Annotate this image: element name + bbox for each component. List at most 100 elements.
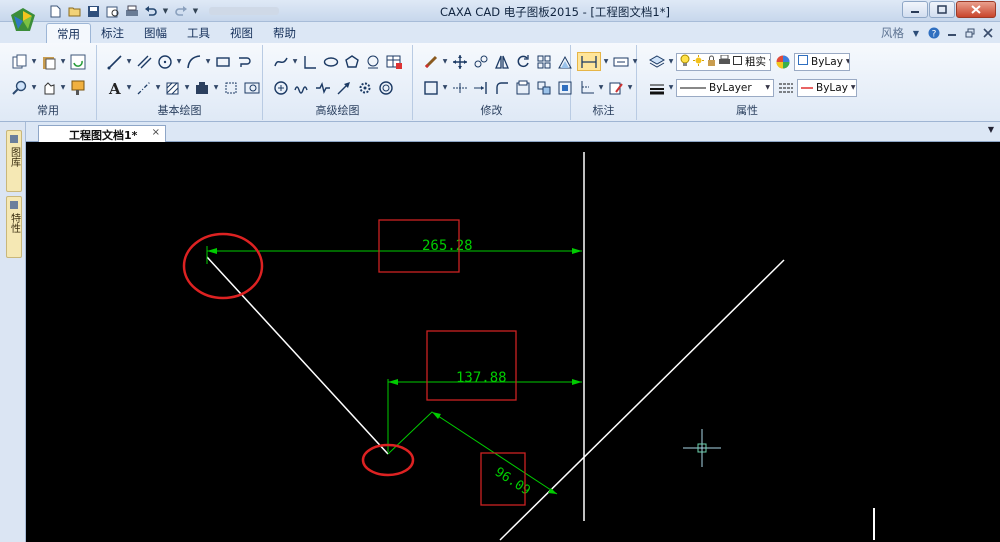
centerline-dropdown-icon[interactable]: ▼ bbox=[155, 84, 161, 91]
dim-265-lines[interactable] bbox=[206, 246, 582, 264]
zoom-icon[interactable] bbox=[10, 78, 29, 97]
erase-icon[interactable] bbox=[421, 52, 440, 71]
polyline-icon[interactable] bbox=[234, 52, 253, 71]
hole-icon[interactable] bbox=[376, 78, 395, 97]
linetype-scale-icon[interactable] bbox=[776, 78, 795, 97]
dim-text-265[interactable]: 265.28 bbox=[422, 238, 473, 254]
extend-icon[interactable] bbox=[471, 78, 490, 97]
redo-dropdown-icon[interactable]: ▼ bbox=[192, 4, 199, 19]
trim-icon[interactable] bbox=[450, 78, 469, 97]
side-tab-library[interactable]: 图库 bbox=[6, 130, 22, 192]
rotate-icon[interactable] bbox=[513, 52, 532, 71]
gear-icon[interactable] bbox=[355, 78, 374, 97]
color-dropdown-icon[interactable]: ▼ bbox=[846, 58, 849, 65]
linecolor-dropdown-icon[interactable]: ▼ bbox=[851, 84, 856, 91]
print-preview-icon[interactable] bbox=[105, 4, 120, 19]
circle-dropdown-icon[interactable]: ▼ bbox=[176, 58, 182, 65]
offset-icon[interactable] bbox=[421, 78, 440, 97]
layer-icon[interactable] bbox=[647, 52, 666, 71]
parallel-line-icon[interactable] bbox=[134, 52, 153, 71]
document-tab[interactable]: 工程图文档1* × bbox=[38, 125, 166, 142]
drawing-canvas[interactable]: 265.28 137.88 96.09 bbox=[26, 142, 1000, 542]
close-button[interactable] bbox=[956, 1, 996, 18]
match-properties-icon[interactable] bbox=[68, 78, 87, 97]
help-icon[interactable]: ? bbox=[928, 27, 940, 39]
circle-icon[interactable] bbox=[155, 52, 174, 71]
layer-dropdown-icon[interactable]: ▼ bbox=[668, 58, 674, 65]
redo-icon[interactable] bbox=[173, 4, 188, 19]
doc-close-icon[interactable] bbox=[982, 27, 994, 39]
spline-dropdown-icon[interactable]: ▼ bbox=[292, 58, 298, 65]
tab-sheet[interactable]: 图幅 bbox=[134, 23, 177, 43]
dim-text-96[interactable]: 96.09 bbox=[492, 465, 533, 499]
paste-icon[interactable] bbox=[39, 52, 58, 71]
print-icon[interactable] bbox=[124, 4, 139, 19]
move-icon[interactable] bbox=[450, 52, 469, 71]
tab-view[interactable]: 视图 bbox=[220, 23, 263, 43]
edit-dim-dropdown-icon[interactable]: ▼ bbox=[627, 84, 633, 91]
arrow-icon[interactable] bbox=[334, 78, 353, 97]
line-dropdown-icon[interactable]: ▼ bbox=[126, 58, 132, 65]
line-icon[interactable] bbox=[105, 52, 124, 71]
paste-dropdown-icon[interactable]: ▼ bbox=[60, 58, 66, 65]
mirror-icon[interactable] bbox=[492, 52, 511, 71]
hatch-dropdown-icon[interactable]: ▼ bbox=[184, 84, 190, 91]
rectangle-icon[interactable] bbox=[213, 52, 232, 71]
doc-minimize-icon[interactable] bbox=[946, 27, 958, 39]
lineweight-dropdown-icon[interactable]: ▼ bbox=[668, 84, 674, 91]
centerline-icon[interactable] bbox=[134, 78, 153, 97]
tab-help[interactable]: 帮助 bbox=[263, 23, 306, 43]
dim-96-lines[interactable] bbox=[387, 411, 558, 495]
chamfer-icon[interactable] bbox=[513, 78, 532, 97]
explode-icon[interactable] bbox=[534, 78, 553, 97]
text-dropdown-icon[interactable]: ▼ bbox=[126, 84, 132, 91]
restore-button[interactable] bbox=[929, 1, 955, 18]
boundary-icon[interactable] bbox=[221, 78, 240, 97]
slanted-line-right[interactable] bbox=[499, 259, 785, 541]
color-combo[interactable]: ByLay ▼ bbox=[794, 52, 850, 71]
minimize-button[interactable] bbox=[902, 1, 928, 18]
side-tab-properties[interactable]: 特性 bbox=[6, 196, 22, 258]
dimension-icon[interactable] bbox=[577, 52, 601, 71]
coordinate-dim-dropdown-icon[interactable]: ▼ bbox=[598, 84, 604, 91]
tab-common[interactable]: 常用 bbox=[46, 23, 91, 43]
arc-icon[interactable] bbox=[184, 52, 203, 71]
offset-dropdown-icon[interactable]: ▼ bbox=[442, 84, 448, 91]
zoom-dropdown-icon[interactable]: ▼ bbox=[31, 84, 37, 91]
ellipse-icon[interactable] bbox=[321, 52, 340, 71]
linewidth-dropdown-icon[interactable]: ▼ bbox=[769, 58, 770, 65]
coordinate-dim-icon[interactable] bbox=[577, 78, 596, 97]
wave-line-icon[interactable] bbox=[292, 78, 311, 97]
document-list-dropdown-icon[interactable]: ▼ bbox=[988, 125, 994, 134]
erase-dropdown-icon[interactable]: ▼ bbox=[442, 58, 448, 65]
break-line-icon[interactable] bbox=[313, 78, 332, 97]
edit-dim-icon[interactable] bbox=[606, 78, 625, 97]
regenerate-icon[interactable] bbox=[68, 52, 87, 71]
tab-tools[interactable]: 工具 bbox=[177, 23, 220, 43]
arc-dropdown-icon[interactable]: ▼ bbox=[205, 58, 211, 65]
block-icon[interactable] bbox=[192, 78, 211, 97]
doc-restore-icon[interactable] bbox=[964, 27, 976, 39]
angle-icon[interactable] bbox=[300, 52, 319, 71]
pan-dropdown-icon[interactable]: ▼ bbox=[60, 84, 66, 91]
linewidth-combo[interactable]: 粗实 ▼ bbox=[676, 52, 771, 71]
image-icon[interactable] bbox=[242, 78, 261, 97]
linecolor-combo[interactable]: ByLay ▼ bbox=[797, 78, 857, 97]
hatch-icon[interactable] bbox=[163, 78, 182, 97]
pan-icon[interactable] bbox=[39, 78, 58, 97]
open-icon[interactable] bbox=[67, 4, 82, 19]
style-dropdown-icon[interactable]: ▼ bbox=[910, 27, 922, 39]
array-icon[interactable] bbox=[534, 52, 553, 71]
text-icon[interactable]: A bbox=[105, 78, 124, 97]
polygon-icon[interactable] bbox=[342, 52, 361, 71]
dimension-dropdown-icon[interactable]: ▼ bbox=[603, 58, 609, 65]
style-label[interactable]: 风格 bbox=[881, 25, 904, 41]
save-icon[interactable] bbox=[86, 4, 101, 19]
fillet-icon[interactable] bbox=[492, 78, 511, 97]
customize-toolbar[interactable] bbox=[209, 7, 279, 15]
revision-cloud-icon[interactable] bbox=[271, 78, 290, 97]
lineweight-icon[interactable] bbox=[647, 78, 666, 97]
new-icon[interactable] bbox=[48, 4, 63, 19]
table-insert-icon[interactable] bbox=[384, 52, 403, 71]
block-dropdown-icon[interactable]: ▼ bbox=[213, 84, 219, 91]
